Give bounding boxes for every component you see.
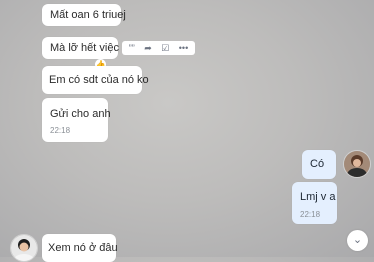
message-bubble-sent[interactable]: Lmj v a 22:18 xyxy=(292,182,337,224)
message-text: Mất oan 6 triuej xyxy=(50,9,126,21)
message-bubble-received[interactable]: Mà lỡ hết việc xyxy=(42,37,119,59)
chevron-down-icon: ⌄ xyxy=(352,234,363,246)
message-text: Gửi cho anh xyxy=(50,108,111,120)
message-bubble-received[interactable]: Mất oan 6 triuej xyxy=(42,4,126,26)
more-icon[interactable]: ••• xyxy=(179,41,188,55)
message-bubble-received[interactable]: Xem nó ở đâu xyxy=(42,234,118,262)
message-text: Mà lỡ hết việc xyxy=(50,42,119,54)
message-time: 22:18 xyxy=(50,126,71,135)
quote-icon[interactable]: ”” xyxy=(129,41,135,55)
message-text: Em có sdt của nó ko xyxy=(49,74,149,86)
message-bubble-received[interactable]: Em có sdt của nó ko xyxy=(42,66,149,94)
forward-icon[interactable]: ➦ xyxy=(144,41,152,55)
message-bubble-received[interactable]: Gửi cho anh 22:18 xyxy=(42,98,111,142)
message-text: Lmj v a xyxy=(300,191,336,203)
message-action-toolbar: ”” ➦ ☑ ••• xyxy=(122,41,195,55)
message-time: 22:18 xyxy=(300,210,321,219)
avatar[interactable] xyxy=(343,150,371,178)
task-icon[interactable]: ☑ xyxy=(161,41,169,55)
avatar[interactable] xyxy=(10,234,38,262)
message-text: Có xyxy=(310,158,325,170)
message-bubble-sent[interactable]: Có xyxy=(302,150,336,179)
message-text: Xem nó ở đâu xyxy=(48,242,118,254)
scroll-down-button[interactable]: ⌄ xyxy=(347,230,368,251)
